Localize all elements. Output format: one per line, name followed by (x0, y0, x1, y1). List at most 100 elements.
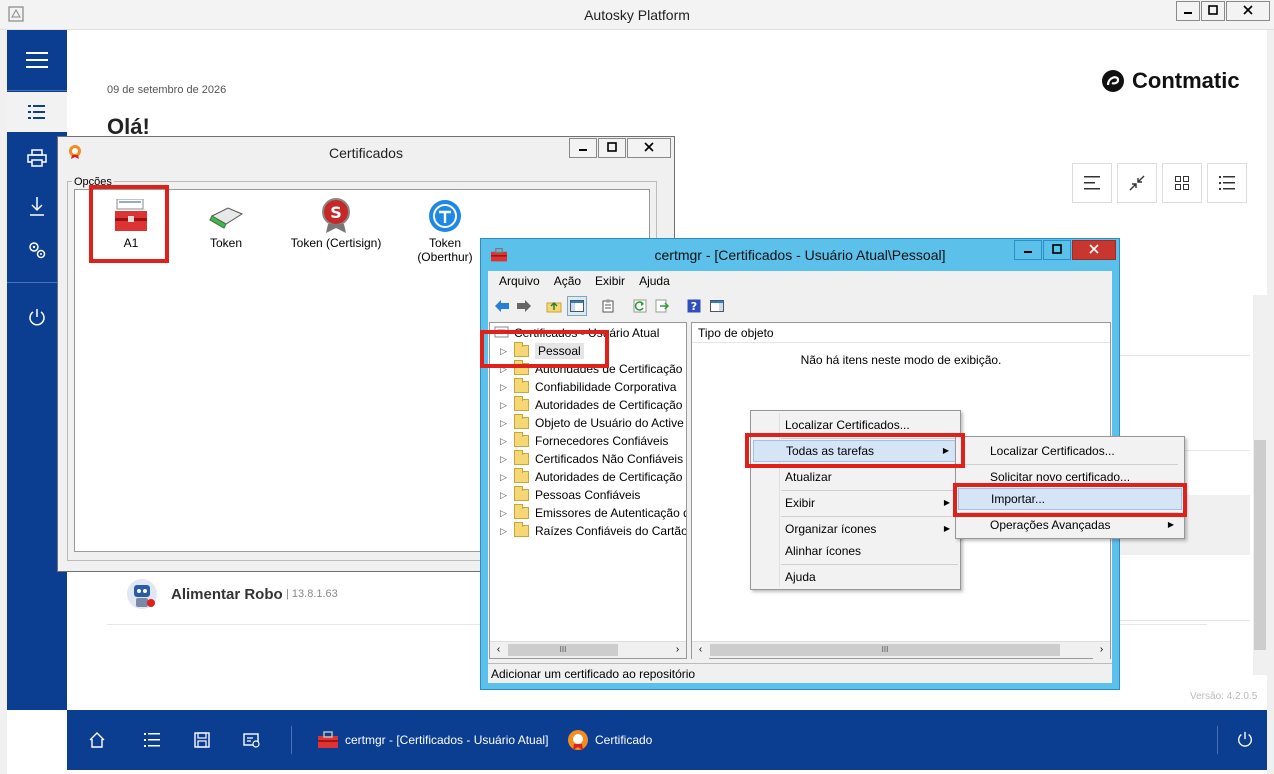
tree-item[interactable]: ▷ Emissores de Autenticação de Cliente (490, 504, 686, 522)
minimize-button[interactable] (569, 138, 597, 158)
tasks-button[interactable] (142, 730, 162, 750)
menu-bar: Arquivo Ação Exibir Ajuda (488, 271, 1112, 291)
tree-item[interactable]: ▷ Pessoas Confiáveis (490, 486, 640, 504)
view-list-button[interactable] (1207, 163, 1247, 203)
tree-hscrollbar[interactable]: ‹ III › (490, 641, 686, 658)
list-icon (28, 105, 45, 119)
taskbar-item-certificado[interactable]: Certificado (567, 726, 652, 754)
ctx-atualizar[interactable]: Atualizar (753, 466, 958, 488)
maximize-button[interactable] (1201, 1, 1225, 21)
sub-operacoes-avancadas[interactable]: Operações Avançadas ▶ (958, 514, 1182, 536)
option-token-certisign[interactable]: S Token (Certisign) (271, 196, 401, 250)
main-scrollbar[interactable] (1253, 295, 1267, 675)
certisign-icon: S (322, 198, 350, 233)
tree-item[interactable]: ▷ Objeto de Usuário do Active Directory (490, 414, 686, 432)
save-button[interactable] (192, 730, 212, 750)
scrollbar-thumb[interactable]: III (710, 644, 1060, 656)
menu-acao[interactable]: Ação (547, 271, 588, 291)
expand-arrow-icon[interactable]: ▷ (500, 436, 510, 447)
ctx-organizar-icones[interactable]: Organizar ícones ▶ (753, 518, 958, 540)
tree-item-label: Raízes Confiáveis do Cartão Inteligente (535, 524, 687, 538)
tree-item[interactable]: ▷ Certificados Não Confiáveis (490, 450, 683, 468)
taskbar-item-certmgr[interactable]: certmgr - [Certificados - Usuário Atual] (317, 726, 548, 754)
close-button[interactable] (1226, 1, 1270, 21)
menu-button[interactable] (7, 40, 67, 80)
scrollbar-thumb[interactable]: III (508, 644, 618, 656)
menu-ajuda[interactable]: Ajuda (632, 271, 677, 291)
details-hscrollbar[interactable]: ‹ III › (692, 641, 1110, 659)
back-arrow-icon (495, 300, 509, 312)
expand-arrow-icon[interactable]: ▷ (500, 382, 510, 393)
ctx-item-label: Localizar Certificados... (785, 418, 910, 432)
scroll-left-icon[interactable]: ‹ (490, 642, 507, 658)
action-pane-button[interactable] (707, 296, 727, 316)
expand-arrow-icon[interactable]: ▷ (500, 508, 510, 519)
taskbar-certmgr-label: certmgr - [Certificados - Usuário Atual] (345, 733, 549, 747)
tree-item[interactable]: ▷ Fornecedores Confiáveis (490, 432, 668, 450)
list-divider (1117, 355, 1250, 356)
minimize-button[interactable] (1014, 240, 1042, 260)
highlight-todas-as-tarefas (745, 433, 965, 468)
hamburger-icon (26, 52, 48, 68)
highlight-a1 (89, 185, 169, 263)
tree-item[interactable]: ▷ Confiabilidade Corporativa (490, 378, 676, 396)
view-collapse-button[interactable] (1117, 163, 1157, 203)
ctx-exibir[interactable]: Exibir ▶ (753, 492, 958, 514)
contmatic-logo: Contmatic (1100, 68, 1240, 94)
show-hide-tree-button[interactable] (567, 296, 587, 316)
sidebar-item-list[interactable] (7, 92, 67, 132)
maximize-icon (607, 142, 617, 152)
up-folder-button[interactable] (544, 296, 564, 316)
properties-button[interactable] (598, 296, 618, 316)
scroll-right-icon[interactable]: › (669, 642, 686, 658)
column-header-tipo[interactable]: Tipo de objeto (692, 323, 1110, 343)
submenu-arrow-icon: ▶ (943, 524, 950, 533)
folder-up-icon (546, 301, 562, 313)
back-button[interactable] (492, 296, 512, 316)
view-align-button[interactable] (1072, 163, 1112, 203)
maximize-button[interactable] (1043, 240, 1071, 260)
refresh-icon (633, 299, 647, 313)
expand-arrow-icon[interactable]: ▷ (500, 472, 510, 483)
ctx-alinhar-icones[interactable]: Alinhar ícones (753, 540, 958, 562)
certificate-button[interactable] (242, 730, 262, 750)
minimize-button[interactable] (1176, 1, 1200, 21)
folder-icon (514, 486, 529, 501)
bottom-taskbar: certmgr - [Certificados - Usuário Atual]… (67, 710, 1267, 770)
grid-icon (1175, 176, 1189, 190)
scroll-left-icon[interactable]: ‹ (692, 642, 709, 659)
expand-arrow-icon[interactable]: ▷ (500, 400, 510, 411)
ctx-item-label: Organizar ícones (785, 522, 877, 536)
menu-arquivo[interactable]: Arquivo (492, 271, 547, 291)
close-icon (644, 142, 654, 152)
refresh-button[interactable] (630, 296, 650, 316)
sub-localizar-certificados[interactable]: Localizar Certificados... (958, 440, 1182, 462)
scrollbar-thumb[interactable] (1254, 440, 1266, 650)
tree-item-label: Objeto de Usuário do Active Directory (535, 416, 686, 430)
export-list-button[interactable] (652, 296, 672, 316)
option-token[interactable]: Token (176, 196, 276, 250)
console-tree-icon (570, 300, 584, 312)
close-button[interactable] (627, 138, 671, 158)
expand-arrow-icon[interactable]: ▷ (500, 454, 510, 465)
menu-exibir[interactable]: Exibir (588, 271, 632, 291)
expand-arrow-icon[interactable]: ▷ (500, 418, 510, 429)
taskbar-power-button[interactable] (1235, 730, 1255, 750)
ctx-ajuda[interactable]: Ajuda (753, 566, 958, 588)
scroll-right-icon[interactable]: › (1093, 642, 1110, 659)
tree-item-label: Emissores de Autenticação de Cliente (535, 506, 686, 520)
home-button[interactable] (87, 730, 107, 750)
list-view-icon (1219, 176, 1235, 190)
expand-arrow-icon[interactable]: ▷ (500, 490, 510, 501)
home-icon (89, 732, 105, 748)
close-button[interactable] (1072, 240, 1116, 260)
expand-arrow-icon[interactable]: ▷ (500, 526, 510, 537)
tree-item[interactable]: ▷ Autoridades de Certificação Raiz de Te… (490, 468, 686, 486)
view-grid-button[interactable] (1162, 163, 1202, 203)
tree-item[interactable]: ▷ Raízes Confiáveis do Cartão Inteligent… (490, 522, 687, 540)
forward-button[interactable] (514, 296, 534, 316)
close-icon (1243, 5, 1253, 15)
tree-item[interactable]: ▷ Autoridades de Certificação Intermediá… (490, 396, 686, 414)
maximize-button[interactable] (598, 138, 626, 158)
help-button[interactable]: ? (684, 296, 704, 316)
